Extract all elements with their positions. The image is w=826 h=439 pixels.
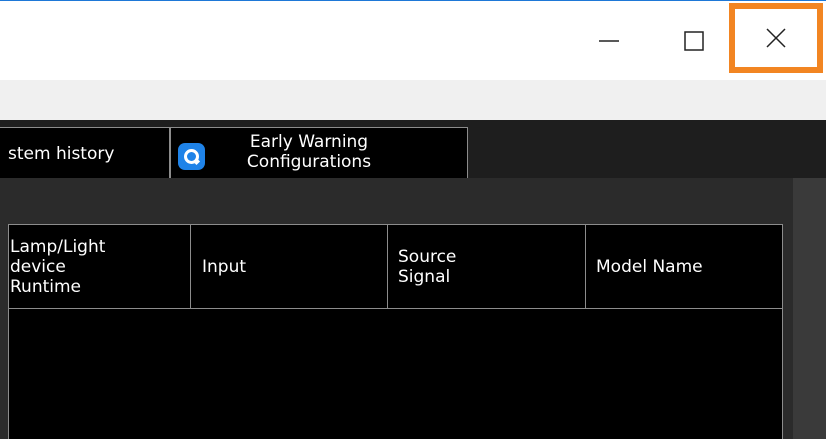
column-header-label: Model Name [596,256,703,277]
column-header-label: Input [202,256,247,277]
tab-strip: stem history Early Warning Configuration… [0,120,826,179]
column-header-input[interactable]: Input [191,225,388,309]
content-area: Lamp/Light device Runtime Input Source S… [0,178,826,439]
column-header-lamp-runtime[interactable]: Lamp/Light device Runtime [8,225,191,309]
scrollbar-track[interactable] [793,178,826,439]
tab-label: stem history [8,143,115,164]
minimize-button[interactable] [581,1,637,81]
maximize-button[interactable] [665,1,723,81]
column-header-label: Source Signal [398,246,457,287]
column-header-label: Lamp/Light device Runtime [10,236,106,297]
app-body: stem history Early Warning Configuration… [0,120,826,439]
tab-early-warning-configurations[interactable]: Early Warning Configurations [170,127,468,179]
toolbar-strip [0,80,826,120]
column-header-model-name[interactable]: Model Name [586,225,783,309]
data-table: Lamp/Light device Runtime Input Source S… [8,224,783,439]
minimize-icon [599,40,619,42]
close-button[interactable] [729,3,823,73]
window-title-bar [0,0,826,80]
tab-system-history[interactable]: stem history [0,127,170,179]
maximize-icon [684,31,704,51]
search-icon [178,143,205,170]
close-icon [766,28,786,48]
tab-label: Early Warning Configurations [246,132,372,172]
column-header-source-signal[interactable]: Source Signal [388,225,586,309]
